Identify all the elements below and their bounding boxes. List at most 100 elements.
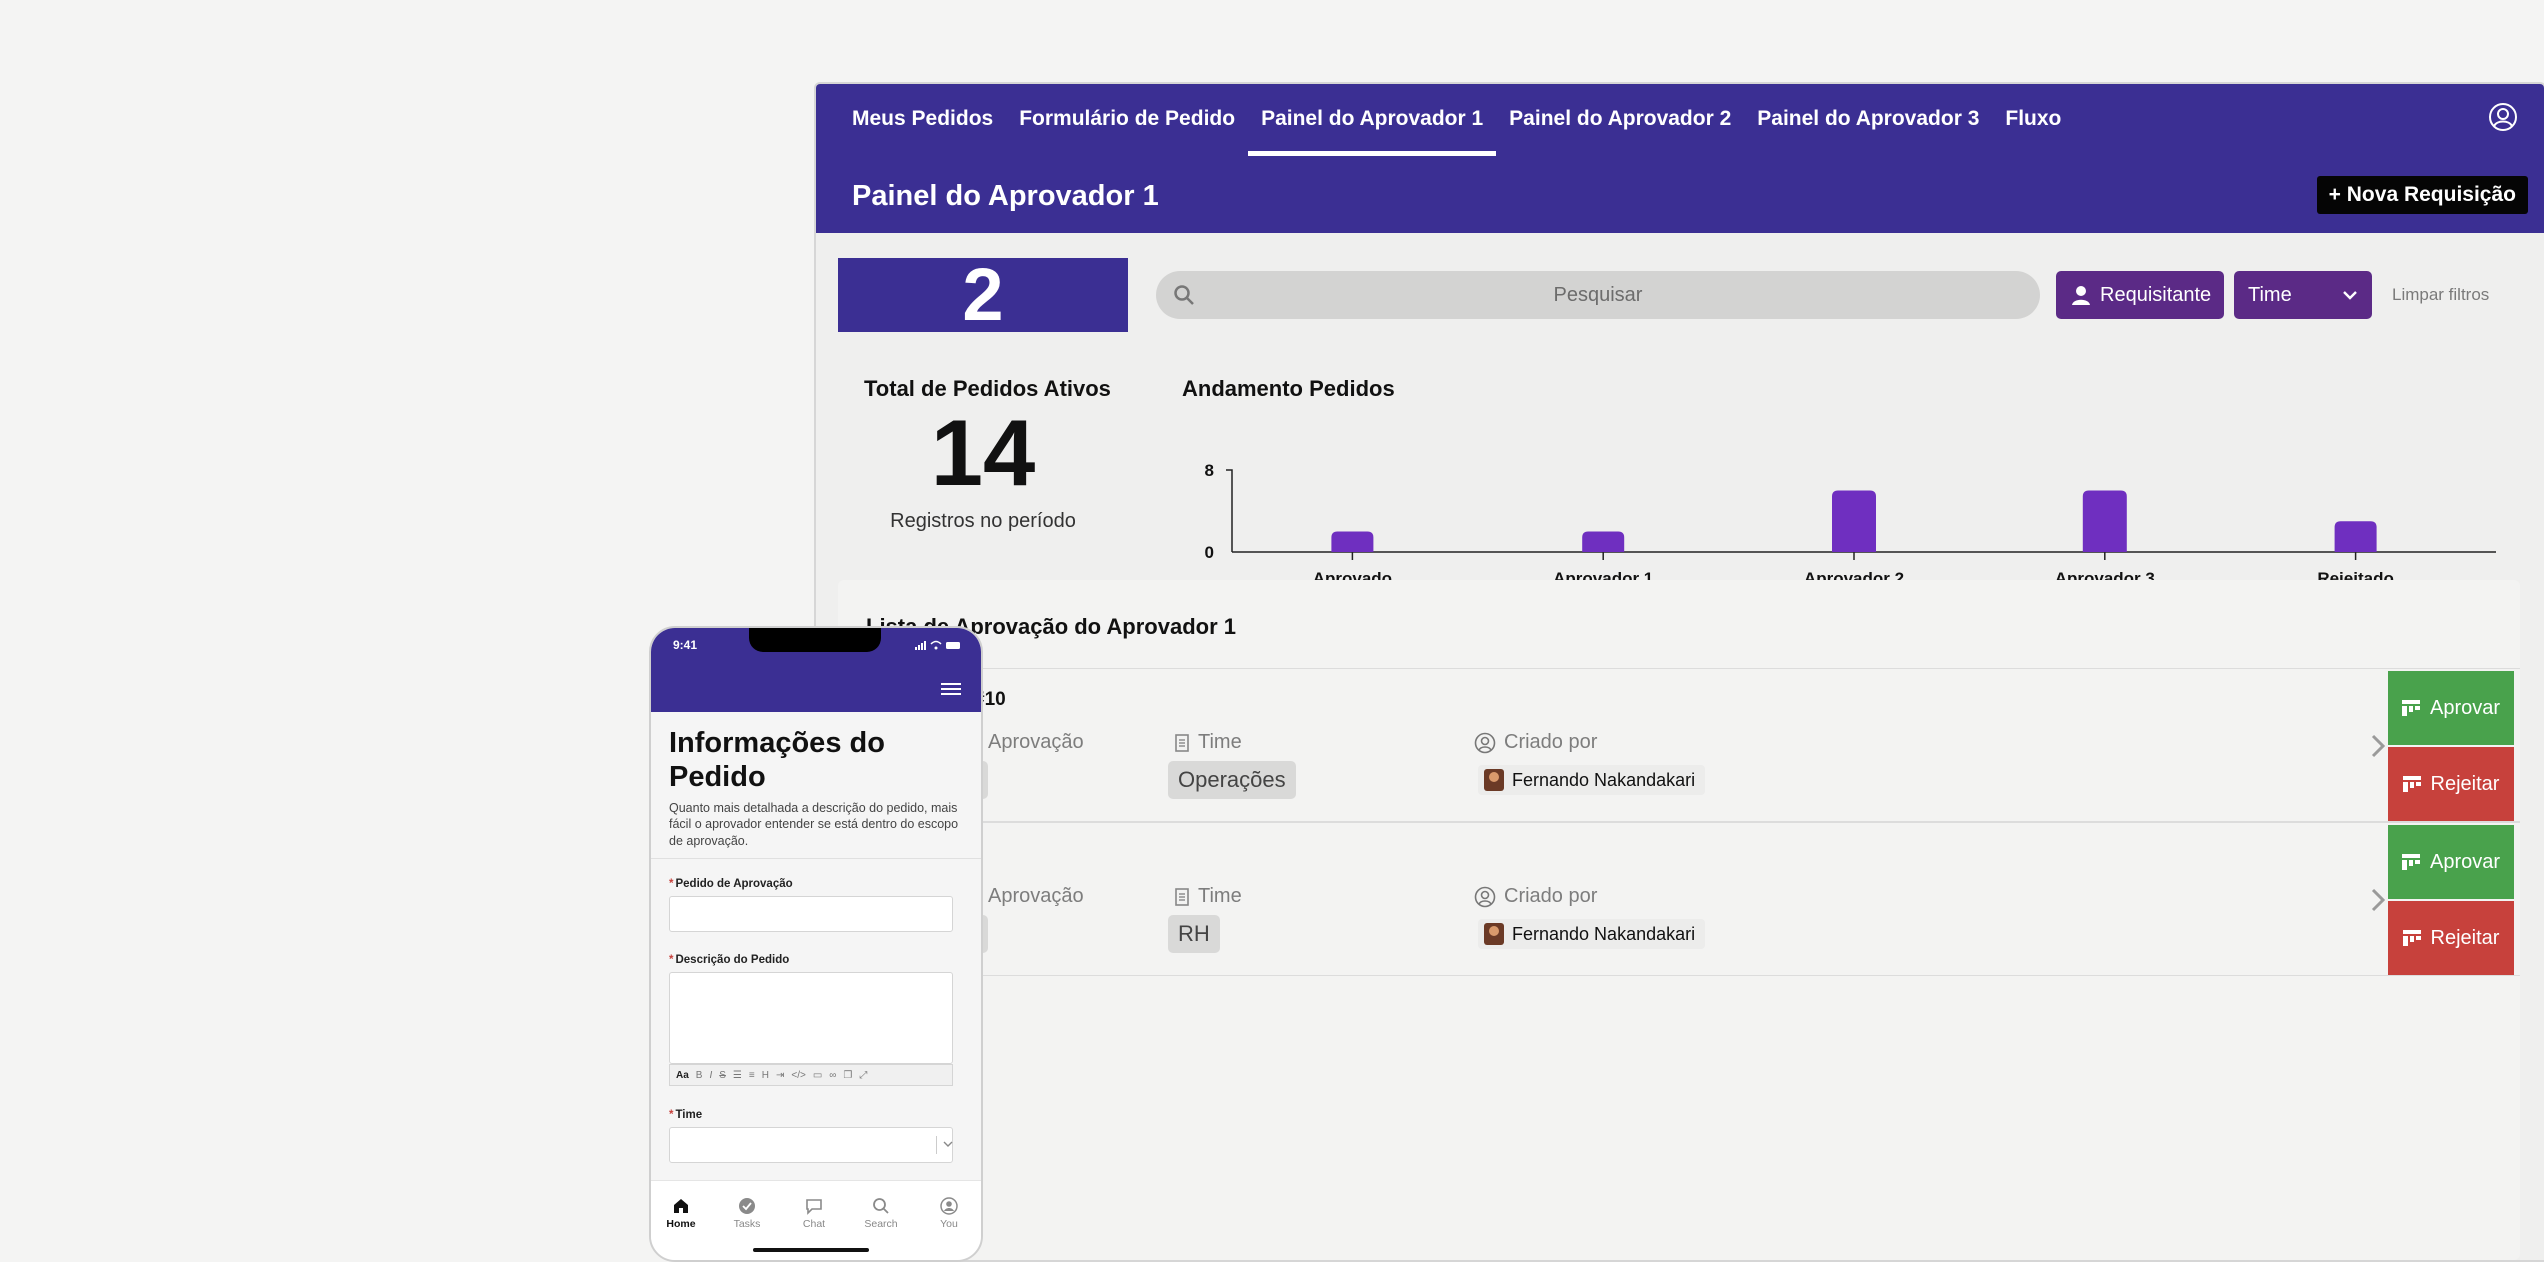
bar-aprovador-1 xyxy=(1582,531,1625,552)
reject-label: Rejeitar xyxy=(2430,926,2500,949)
new-request-button[interactable]: + Nova Requisição xyxy=(2316,176,2528,214)
reject-button[interactable]: Rejeitar xyxy=(2388,747,2514,821)
status-time: 9:41 xyxy=(673,638,698,652)
check-circle-icon xyxy=(739,1198,755,1214)
header-bar: Meus Pedidos Formulário de Pedido Painel… xyxy=(816,84,2544,233)
approval-label-text: Aprovação xyxy=(988,731,1084,753)
descricao-pedido-textarea[interactable] xyxy=(669,972,953,1064)
nav-painel-aprovador-2[interactable]: Painel do Aprovador 2 xyxy=(1496,84,1744,154)
text-style-button[interactable]: Aa xyxy=(676,1070,689,1081)
numbered-list-icon[interactable]: ≡ xyxy=(749,1070,755,1081)
chevron-right-icon[interactable] xyxy=(2368,887,2388,913)
approval-list-panel: Lista de Aprovação do Aprovador 1 #10 Ap… xyxy=(838,580,2520,1260)
team-column-label: Time xyxy=(1174,731,1242,754)
field-label-time: * Time xyxy=(669,1109,703,1121)
approve-button[interactable]: Aprovar xyxy=(2388,671,2514,745)
nav-meus-pedidos[interactable]: Meus Pedidos xyxy=(852,84,1006,154)
divider xyxy=(651,858,981,859)
document-icon xyxy=(1175,887,1189,906)
kpi-title: Total de Pedidos Ativos xyxy=(864,376,1111,401)
team-filter-dropdown[interactable]: Time xyxy=(2234,271,2372,319)
nav-fluxo[interactable]: Fluxo xyxy=(1992,84,2074,154)
bullet-list-icon[interactable]: ☰ xyxy=(733,1070,742,1081)
time-select[interactable] xyxy=(669,1127,953,1163)
desktop-window: Meus Pedidos Formulário de Pedido Painel… xyxy=(814,82,2544,1262)
approve-label: Aprovar xyxy=(2429,696,2501,719)
code-block-icon[interactable]: ▭ xyxy=(813,1070,822,1081)
code-icon[interactable]: </> xyxy=(791,1070,805,1081)
expand-icon[interactable]: ⤢ xyxy=(859,1070,867,1081)
kpi-value: 14 xyxy=(930,400,1036,505)
table-row[interactable]: Aprovação r 1 Time RH Criado por Fernand… xyxy=(838,822,2520,976)
link-icon[interactable]: ∞ xyxy=(829,1070,836,1081)
person-icon xyxy=(2072,286,2090,305)
form-description: Quanto mais detalhada a descrição do ped… xyxy=(669,801,959,848)
status-bar-chart: 80Aprovado Aprovador 1 Aprovador 2 Aprovado… xyxy=(1205,461,2496,584)
approve-button[interactable]: Aprovar xyxy=(2388,825,2514,899)
y-tick-label: 8 xyxy=(1205,461,1214,480)
phone-notch xyxy=(749,628,881,652)
hamburger-menu-icon[interactable] xyxy=(941,681,961,697)
user-circle-icon xyxy=(1474,732,1496,753)
avatar xyxy=(1484,923,1504,945)
home-icon xyxy=(674,1199,688,1213)
search-input[interactable]: Pesquisar xyxy=(1156,271,2040,319)
kanban-icon xyxy=(2402,776,2421,792)
user-circle-icon[interactable] xyxy=(2488,102,2518,132)
bold-icon[interactable]: B xyxy=(696,1070,703,1081)
tab-home[interactable]: Home xyxy=(651,1197,711,1230)
creator-name: Fernando Nakandakari xyxy=(1512,769,1696,790)
nav-painel-aprovador-3[interactable]: Painel do Aprovador 3 xyxy=(1744,84,1992,154)
nav-formulario-pedido[interactable]: Formulário de Pedido xyxy=(1006,84,1248,154)
tab-you[interactable]: You xyxy=(919,1197,979,1230)
approve-label: Aprovar xyxy=(2429,850,2501,873)
home-indicator xyxy=(753,1248,869,1252)
italic-icon[interactable]: I xyxy=(709,1070,712,1081)
indent-icon[interactable]: ⇥ xyxy=(776,1070,784,1081)
field-label-descricao: * Descrição do Pedido xyxy=(669,954,790,966)
creator-name: Fernando Nakandakari xyxy=(1512,923,1696,944)
chevron-right-icon[interactable] xyxy=(2368,733,2388,759)
strikethrough-icon[interactable]: S xyxy=(719,1070,726,1081)
chat-icon xyxy=(806,1199,822,1215)
kanban-icon xyxy=(2401,700,2420,716)
heading-icon[interactable]: H xyxy=(762,1070,769,1081)
team-column-label: Time xyxy=(1174,885,1242,908)
tab-chat[interactable]: Chat xyxy=(784,1197,844,1230)
top-nav: Meus Pedidos Formulário de Pedido Painel… xyxy=(852,84,2074,156)
approval-column-label: Aprovação xyxy=(988,885,1084,908)
team-label-text: Time xyxy=(1198,731,1242,753)
bar-aprovado xyxy=(1331,531,1374,552)
request-count-box: 2 xyxy=(838,258,1128,332)
kanban-icon xyxy=(2402,930,2421,946)
copy-icon[interactable]: ❐ xyxy=(843,1070,852,1081)
approval-column-label: Aprovação xyxy=(988,731,1084,754)
created-by-label-text: Criado por xyxy=(1504,731,1598,753)
form-title: Informações do Pedido xyxy=(669,727,885,794)
reject-button[interactable]: Rejeitar xyxy=(2388,901,2514,975)
requester-filter-label: Requisitante xyxy=(2100,283,2212,306)
chart-title: Andamento Pedidos xyxy=(1182,376,1395,401)
y-axis-line xyxy=(1226,469,1233,552)
select-divider xyxy=(936,1136,937,1154)
chevron-down-icon xyxy=(2343,291,2357,300)
tab-search[interactable]: Search xyxy=(851,1197,911,1230)
y-tick-label: 0 xyxy=(1205,543,1214,562)
approval-label-text: Aprovação xyxy=(988,885,1084,907)
rich-text-toolbar[interactable]: Aa B I S ☰ ≡ H ⇥ </> ▭ ∞ ❐ ⤢ xyxy=(669,1064,953,1086)
avatar xyxy=(1484,769,1504,791)
table-row[interactable]: #10 Aprovação r 1 Time Operações Criado … xyxy=(838,668,2520,822)
user-circle-icon xyxy=(1474,886,1496,907)
document-icon xyxy=(1175,733,1189,752)
mobile-preview: 9:41 Informações do Pedido Quanto mais d… xyxy=(649,626,983,1262)
team-label-text: Time xyxy=(1198,885,1242,907)
search-icon xyxy=(873,1198,889,1214)
tab-tasks[interactable]: Tasks xyxy=(717,1197,777,1230)
team-filter-label: Time xyxy=(2248,283,2292,306)
nav-painel-aprovador-1[interactable]: Painel do Aprovador 1 xyxy=(1248,84,1497,156)
created-by-column-label: Criado por xyxy=(1474,885,1597,908)
pedido-aprovacao-input[interactable] xyxy=(669,896,953,932)
page-title: Painel do Aprovador 1 xyxy=(852,180,1159,212)
clear-filters-link[interactable]: Limpar filtros xyxy=(2392,285,2489,305)
requester-filter-button[interactable]: Requisitante xyxy=(2056,271,2224,319)
